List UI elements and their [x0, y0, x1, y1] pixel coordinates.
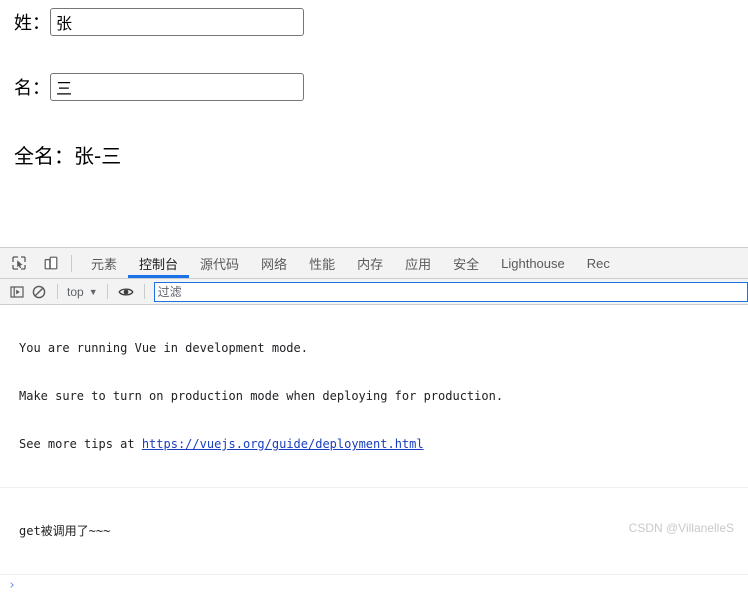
chevron-down-icon: ▼ [88, 286, 98, 297]
surname-label: 姓： [14, 13, 50, 34]
tab-label: 安全 [453, 257, 480, 273]
tab-label: Rec [586, 255, 610, 271]
console-message-vue-devmode[interactable]: You are running Vue in development mode.… [0, 305, 748, 488]
console-filter-toolbar: top ▼ [0, 279, 748, 305]
console-filter-input[interactable] [153, 281, 748, 302]
console-prompt-caret-icon: › [8, 578, 16, 593]
tab-label: 元素 [91, 257, 118, 273]
console-sidebar-toggle-icon[interactable] [6, 281, 28, 303]
tab-network[interactable]: 网络 [250, 248, 298, 278]
console-message-line-with-link: See more tips at https://vuejs.org/guide… [19, 436, 748, 452]
toolbar-divider [71, 254, 72, 272]
tab-recorder[interactable]: Rec [576, 248, 621, 278]
console-context-value: top [67, 284, 84, 299]
device-toolbar-icon[interactable] [38, 251, 64, 275]
tab-label: 网络 [261, 257, 288, 273]
console-prompt-row[interactable]: › [0, 575, 748, 600]
csdn-watermark: CSDN @VillanelleS [628, 521, 734, 535]
surname-input[interactable] [50, 8, 304, 36]
tab-performance[interactable]: 性能 [298, 248, 346, 278]
devtools-tabstrip: 元素 控制台 源代码 网络 性能 内存 应用 安全 Lighthouse Rec [0, 248, 748, 279]
tab-application[interactable]: 应用 [394, 248, 442, 278]
console-message-line: You are running Vue in development mode. [19, 341, 308, 355]
devtools-panel: 元素 控制台 源代码 网络 性能 内存 应用 安全 Lighthouse Rec [0, 247, 748, 600]
tab-security[interactable]: 安全 [442, 248, 490, 278]
tab-label: 性能 [309, 257, 336, 273]
fullname-display: 全名：张-三 [14, 144, 122, 168]
tab-label: 内存 [357, 257, 384, 273]
tab-label: Lighthouse [501, 255, 565, 271]
tab-sources[interactable]: 源代码 [189, 248, 250, 278]
clear-console-icon[interactable] [28, 281, 50, 303]
vuejs-deployment-link[interactable]: https://vuejs.org/guide/deployment.html [142, 437, 424, 451]
tab-console[interactable]: 控制台 [128, 248, 190, 278]
surname-form-row: 姓： [14, 8, 304, 36]
console-message-line: Make sure to turn on production mode whe… [19, 389, 504, 403]
givenname-form-row: 名： [14, 73, 304, 101]
console-toolbar-divider-2 [106, 284, 108, 299]
console-context-select[interactable]: top ▼ [65, 285, 100, 299]
live-expression-eye-icon[interactable] [115, 281, 137, 303]
givenname-label: 名： [14, 78, 50, 99]
givenname-input[interactable] [50, 73, 304, 101]
tab-memory[interactable]: 内存 [346, 248, 394, 278]
web-page-content: 姓： 名： 全名：张-三 [0, 0, 748, 247]
inspect-element-icon[interactable] [6, 251, 32, 275]
console-output: You are running Vue in development mode.… [0, 305, 748, 600]
tab-label: 源代码 [200, 257, 240, 273]
console-toolbar-divider-3 [143, 284, 145, 299]
tab-lighthouse[interactable]: Lighthouse [490, 248, 576, 278]
console-toolbar-divider [57, 284, 58, 299]
console-message-tail-prefix: See more tips at [19, 437, 142, 451]
tab-elements[interactable]: 元素 [80, 248, 128, 278]
tab-label: 应用 [405, 257, 432, 273]
tab-label: 控制台 [139, 257, 179, 273]
